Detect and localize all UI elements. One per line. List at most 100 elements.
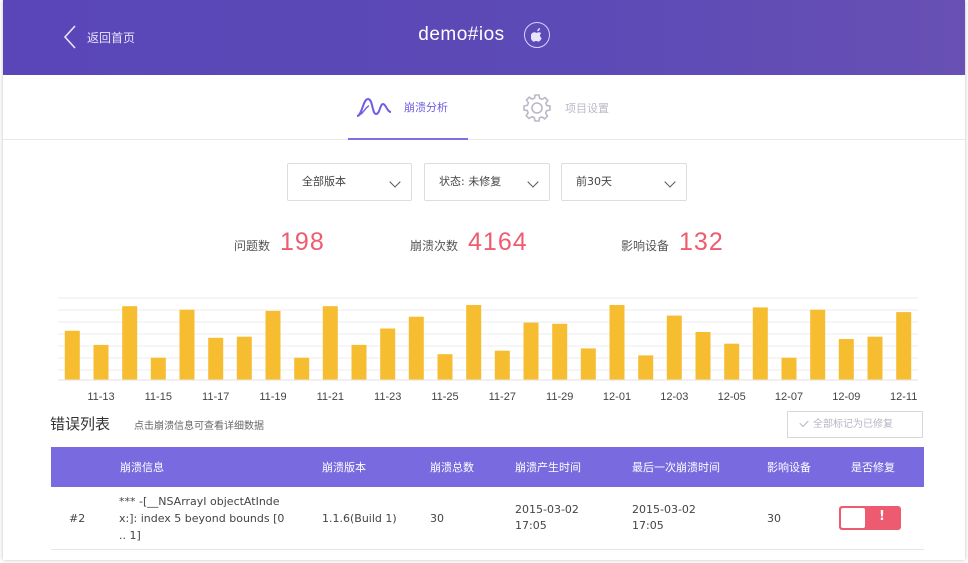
chart-bar[interactable] xyxy=(724,343,740,380)
error-table: 崩溃信息 崩溃版本 崩溃总数 崩溃产生时间 最后一次崩溃时间 影响设备 是否修复… xyxy=(51,447,924,560)
mark-all-fixed-button[interactable]: 全部标记为已修复 xyxy=(787,411,923,438)
app-name: demo#ios xyxy=(418,24,505,45)
chart-bar[interactable] xyxy=(466,305,482,380)
tab-crash-analysis[interactable]: 崩溃分析 xyxy=(348,75,468,140)
x-tick-label: 11-19 xyxy=(259,391,286,403)
chart-bar[interactable] xyxy=(93,344,109,380)
row-devices: 30 xyxy=(767,512,781,525)
stat-affected-devices-value: 132 xyxy=(679,228,724,256)
column-header-version: 崩溃版本 xyxy=(322,461,366,474)
chart-bar[interactable] xyxy=(838,339,854,380)
tab-project-settings[interactable]: 项目设置 xyxy=(521,75,641,140)
error-list-hint: 点击崩溃信息可查看详细数据 xyxy=(134,421,264,432)
row-fixed-mark: ! xyxy=(879,509,885,524)
stat-issue-count-value: 198 xyxy=(280,228,325,256)
x-tick-label: 11-21 xyxy=(317,391,344,403)
row-crash-info[interactable]: *** -[__NSArrayI objectAtInde x:]: index… xyxy=(119,493,319,544)
stat-issue-count-label: 问题数 xyxy=(234,239,271,253)
chart-bar[interactable] xyxy=(294,357,310,380)
chart-bar[interactable] xyxy=(236,336,252,380)
chart-bar[interactable] xyxy=(408,316,424,380)
chart-bar[interactable] xyxy=(523,322,539,380)
chart-bar[interactable] xyxy=(609,305,625,380)
x-tick-label: 11-17 xyxy=(202,391,229,403)
stat-crash-count: 崩溃次数 4164 xyxy=(410,228,528,257)
x-tick-label: 12-09 xyxy=(832,391,860,403)
x-tick-label: 11-27 xyxy=(489,391,516,403)
x-tick-label: 12-07 xyxy=(775,391,803,403)
column-header-total: 崩溃总数 xyxy=(430,461,474,474)
x-tick-label: 11-25 xyxy=(431,391,458,403)
chart-bar[interactable] xyxy=(122,306,138,380)
date-range-filter-value: 前30天 xyxy=(576,175,612,188)
error-list-title: 错误列表 xyxy=(50,415,111,433)
mark-all-fixed-label: 全部标记为已修复 xyxy=(813,419,893,430)
table-row[interactable]: #2 *** -[__NSArrayI objectAtInde x:]: in… xyxy=(51,487,924,550)
chart-bar[interactable] xyxy=(752,307,768,380)
app-title: demo#ios xyxy=(3,22,965,48)
chart-bar[interactable] xyxy=(208,337,224,380)
row-crash-info-line: x:]: index 5 beyond bounds [0 xyxy=(119,512,285,525)
app-window: 返回首页 demo#ios 崩溃分析 项目设置 全部版本 状态: 未修复 前30… xyxy=(3,0,965,560)
x-tick-label: 11-29 xyxy=(546,391,573,403)
chart-bar[interactable] xyxy=(494,350,510,380)
stat-crash-count-value: 4164 xyxy=(468,228,528,256)
chart-bar[interactable] xyxy=(322,306,338,380)
chart-bar[interactable] xyxy=(695,332,711,380)
stat-crash-count-label: 崩溃次数 xyxy=(410,239,459,253)
chart-bar[interactable] xyxy=(150,357,166,380)
row-first-time-date: 2015-03-02 xyxy=(515,503,579,516)
x-tick-label: 12-11 xyxy=(890,391,917,403)
x-tick-label: 12-03 xyxy=(660,391,688,403)
row-first-time-clock: 17:05 xyxy=(515,519,547,532)
chevron-down-icon xyxy=(389,176,401,188)
crash-trend-chart: 11-13 11-15 11-17 11-19 11-21 11-23 11-25 11-27… xyxy=(58,297,918,403)
chart-bar[interactable] xyxy=(179,309,195,380)
stat-affected-devices-label: 影响设备 xyxy=(621,239,670,253)
chart-bar[interactable] xyxy=(380,328,396,381)
date-range-filter-select[interactable]: 前30天 xyxy=(561,163,687,201)
row-id: #2 xyxy=(69,512,86,525)
x-tick-label: 12-01 xyxy=(603,391,631,403)
tab-crash-analysis-label: 崩溃分析 xyxy=(404,100,448,114)
chart-bar[interactable] xyxy=(666,315,682,380)
x-tick-label: 11-23 xyxy=(374,391,401,403)
row-crash-info-line: *** -[__NSArrayI objectAtInde xyxy=(119,495,280,508)
row-last-time: 2015-03-02 17:05 xyxy=(632,502,696,534)
chart-bar[interactable] xyxy=(638,355,654,380)
chart-bar[interactable] xyxy=(552,323,568,380)
chart-bar[interactable] xyxy=(867,336,883,380)
column-header-devices: 影响设备 xyxy=(767,461,811,474)
row-total: 30 xyxy=(430,512,444,525)
chart-bar[interactable] xyxy=(810,309,826,380)
x-tick-label: 12-05 xyxy=(718,391,746,403)
row-last-time-clock: 17:05 xyxy=(632,519,664,532)
chart-bar[interactable] xyxy=(896,312,912,380)
gear-icon xyxy=(523,93,551,122)
chart-bar[interactable] xyxy=(580,348,596,380)
table-row[interactable] xyxy=(51,550,924,560)
chart-bar[interactable] xyxy=(64,330,80,380)
tab-bar: 崩溃分析 项目设置 xyxy=(3,75,965,140)
status-filter-value: 状态: 未修复 xyxy=(439,175,502,188)
x-tick-label: 11-13 xyxy=(87,391,114,403)
x-tick-label: 11-15 xyxy=(145,391,172,403)
chart-bar[interactable] xyxy=(351,344,367,380)
status-filter-select[interactable]: 状态: 未修复 xyxy=(424,163,550,201)
row-crash-info-line: .. 1] xyxy=(119,529,141,542)
chart-bar[interactable] xyxy=(265,310,281,380)
crash-wave-icon xyxy=(356,97,392,117)
tab-project-settings-label: 项目设置 xyxy=(565,101,609,115)
stat-affected-devices: 影响设备 132 xyxy=(621,228,724,257)
chart-bar[interactable] xyxy=(437,354,453,380)
fixed-toggle[interactable]: ! xyxy=(839,506,901,530)
toggle-knob xyxy=(841,508,865,528)
row-last-time-date: 2015-03-02 xyxy=(632,503,696,516)
chart-bar[interactable] xyxy=(781,357,797,380)
chevron-down-icon xyxy=(527,176,539,188)
stat-issue-count: 问题数 198 xyxy=(234,228,325,257)
column-header-first-time: 崩溃产生时间 xyxy=(515,461,581,474)
apple-icon xyxy=(523,22,550,48)
chevron-down-icon xyxy=(664,176,676,188)
version-filter-select[interactable]: 全部版本 xyxy=(287,163,412,201)
